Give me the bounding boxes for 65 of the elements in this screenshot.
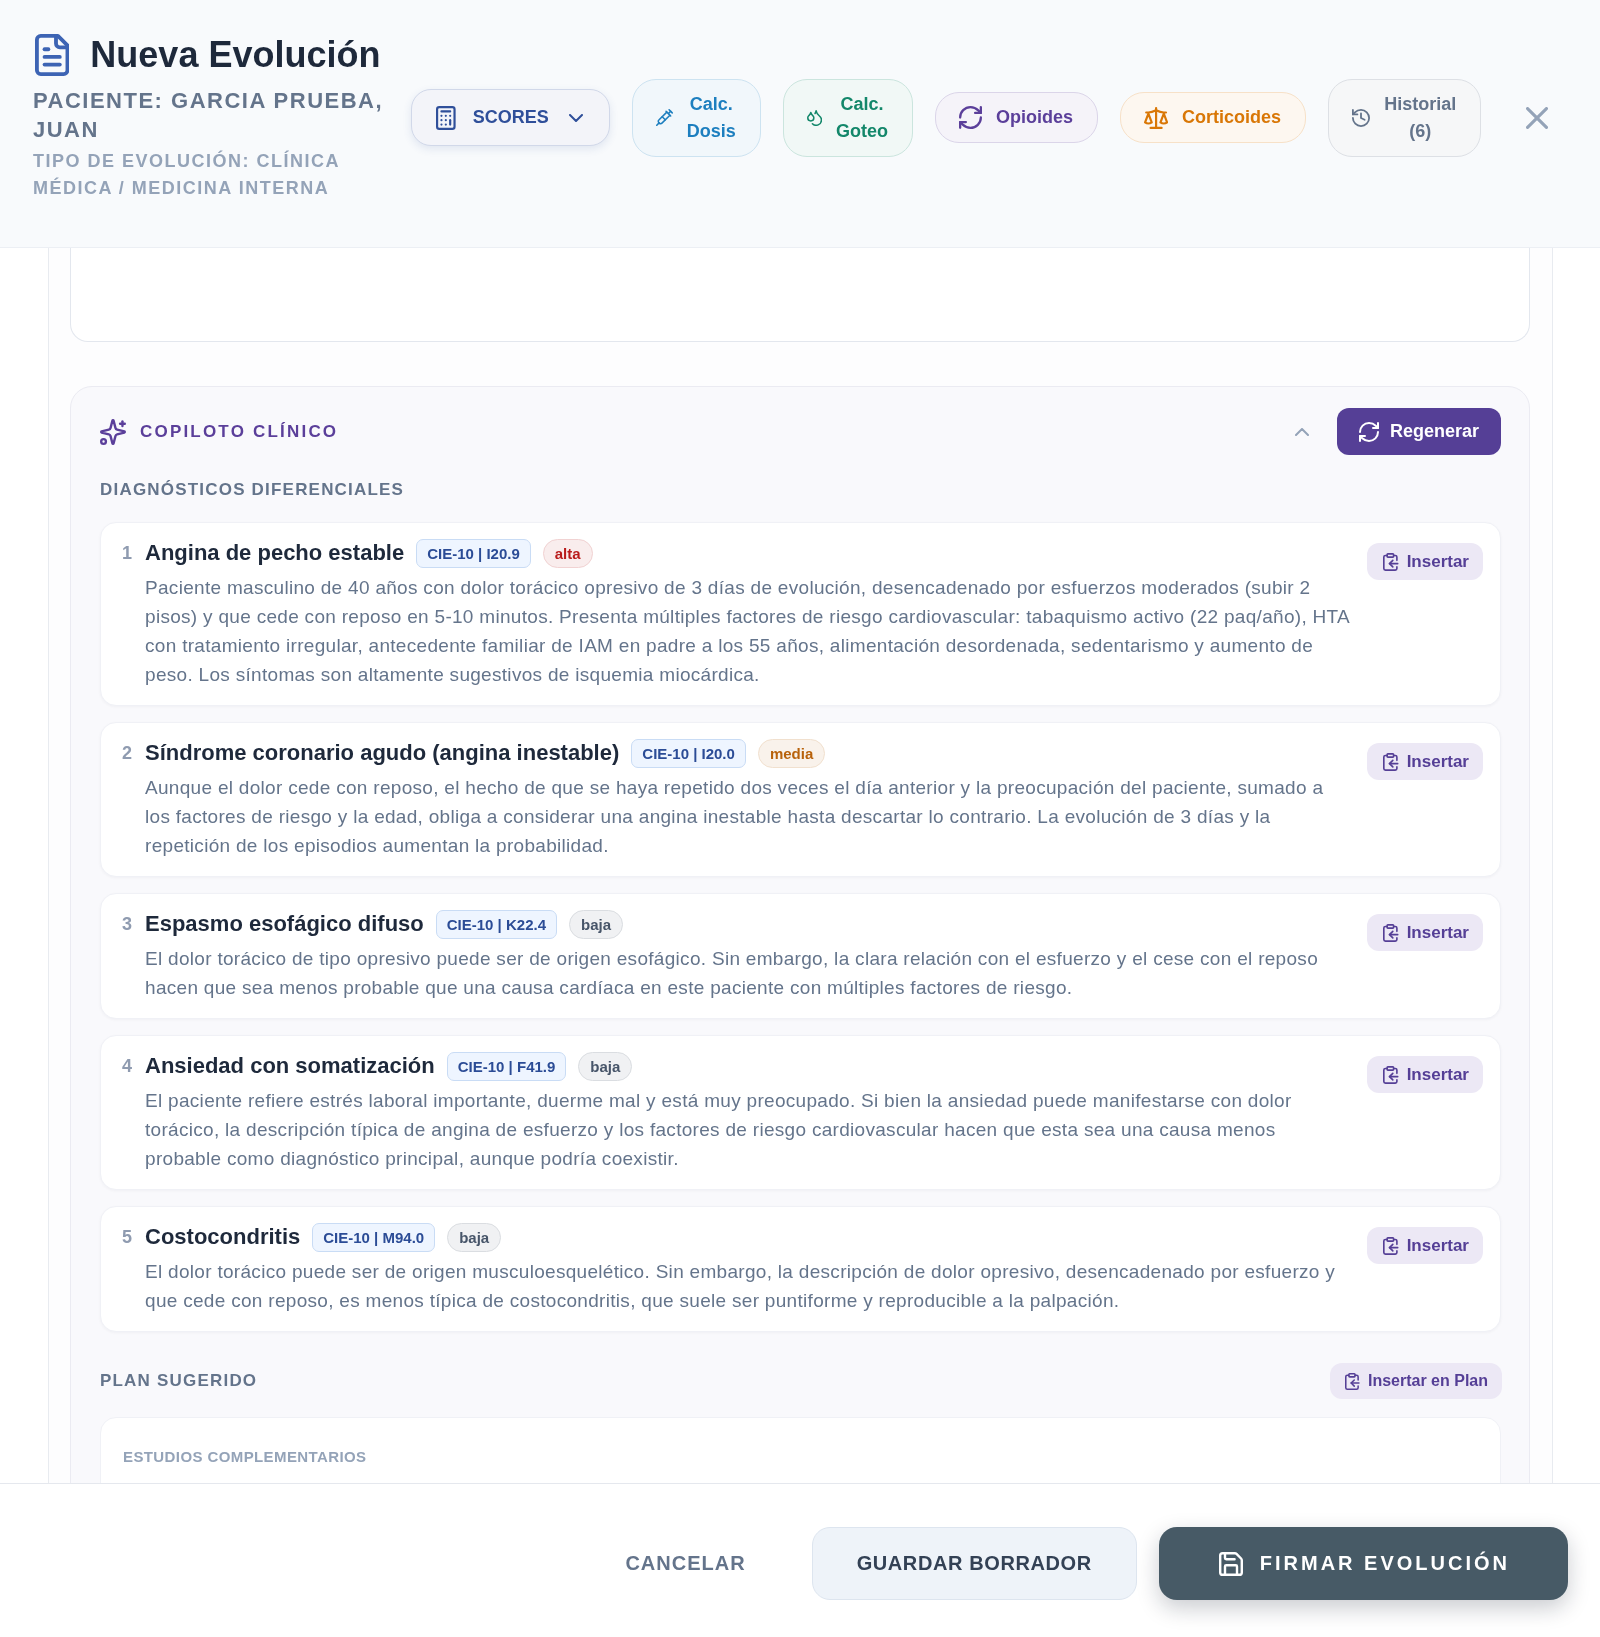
chevron-down-icon: [568, 113, 583, 122]
diagnosis-description: El paciente refiere estrés laboral importante, duerme mal y está muy preocupado. Si bien la ansiedad puede manifestarse con dolor torácico, la descripción típica de angina de esfuerzo y los factores de riesgo cardiovascular hacen que esta sea una causa menos probable como diagnóstico principal, aunque podría coexistir.: [145, 1089, 1293, 1171]
circular-arrows-icon: [958, 106, 982, 129]
diagnosis-description: El dolor torácico puede ser de origen musculoesquelético. Sin embargo, la descripción de dolor opresivo, desencadenado por esfuerzo y que cede con reposo, es menos típica de costocondritis, que suele ser puntiforme y reproducible a la palpación.: [145, 1260, 1337, 1313]
save-draft-button[interactable]: GUARDAR BORRADOR: [811, 1527, 1137, 1600]
icd-code-tag: CIE-10 | K22.4: [435, 909, 557, 939]
scores-dropdown[interactable]: SCORES: [411, 89, 610, 146]
tool-button[interactable]: Calc. Goteo: [782, 78, 913, 157]
diagnosis-description: Paciente masculino de 40 años con dolor torácico opresivo de 3 días de evolución, desencadenado por esfuerzos moderados (subir 2 pisos) y que cede con reposo en 5-10 minutos. Presenta múltiples factores de riesgo cardiovascular: tabaquismo activo (22 paq/año), HTA con tratamiento irregular, antecedente familiar de IAM en padre a los 55 años, alimentación desordenada, sedentarismo y aumento de peso. Los síntomas son altamente sugestivos de isquemia miocárdica.: [145, 576, 1350, 687]
page-title: Nueva Evolución: [90, 33, 381, 76]
likelihood-tag: alta: [542, 538, 593, 568]
close-icon[interactable]: [1526, 106, 1548, 129]
likelihood-tag: baja: [578, 1051, 633, 1081]
tool-button[interactable]: Opioides: [934, 92, 1098, 143]
sign-button[interactable]: FIRMAR EVOLUCIÓN: [1158, 1527, 1568, 1600]
cancel-button[interactable]: CANCELAR: [603, 1527, 768, 1600]
section-title: PLAN SUGERIDO: [100, 1371, 258, 1391]
likelihood-tag: media: [757, 738, 826, 768]
insert-button[interactable]: Insertar: [1367, 743, 1483, 780]
diagnosis-title: Ansiedad con somatización: [145, 1052, 435, 1080]
refresh-icon: [1358, 421, 1379, 442]
clipboard-arrow-icon: [1383, 1236, 1399, 1255]
subsection-title: ESTUDIOS COMPLEMENTARIOS: [123, 1448, 368, 1466]
diagnosis-description: Aunque el dolor cede con reposo, el hecho de que se haya repetido dos veces el día anterior y la preocupación del paciente, sumado a los factores de riesgo y la edad, obliga a considerar una angina inestable hasta descartar lo contrario. La evolución de 3 días y la repetición de los episodios aumentan la probabilidad.: [145, 776, 1325, 858]
icd-code-tag: CIE-10 | F41.9: [446, 1051, 567, 1081]
diagnosis-title: Espasmo esofágico difuso: [145, 910, 424, 938]
clipboard-arrow-icon: [1383, 923, 1399, 942]
clipboard-arrow-icon: [1383, 752, 1399, 771]
icd-code-tag: CIE-10 | I20.9: [416, 538, 531, 568]
tool-button[interactable]: Historial (6): [1328, 78, 1482, 157]
insert-button[interactable]: Insertar: [1367, 543, 1483, 580]
scale-icon: [1143, 106, 1169, 129]
section-title: DIAGNÓSTICOS DIFERENCIALES: [100, 480, 406, 500]
item-number: 1: [122, 542, 132, 565]
insert-button[interactable]: Insertar: [1367, 1056, 1483, 1093]
copilot-title: COPILOTO CLÍNICO: [140, 421, 339, 442]
clipboard-arrow-icon: [1383, 552, 1399, 571]
droplets-icon: [806, 109, 822, 126]
likelihood-tag: baja: [569, 909, 623, 939]
insert-button[interactable]: Insertar: [1367, 1227, 1483, 1264]
likelihood-tag: baja: [447, 1222, 502, 1252]
insert-button[interactable]: Insertar: [1367, 914, 1483, 951]
diagnosis-description: El dolor torácico de tipo opresivo puede ser de origen esofágico. Sin embargo, la clara relación con el esfuerzo y el cese con el reposo hacen que sea menos probable que una causa cardíaca en este paciente con múltiples factores de riesgo.: [145, 947, 1320, 1000]
item-number: 3: [122, 913, 132, 936]
diagnosis-title: Costocondritis: [145, 1223, 301, 1251]
evolution-type: TIPO DE EVOLUCIÓN: CLÍNICA MÉDICA / MEDICINA INTERNA: [33, 149, 341, 200]
insert-plan-button[interactable]: Insertar en Plan: [1330, 1363, 1502, 1399]
item-number: 5: [122, 1226, 132, 1249]
icd-code-tag: CIE-10 | I20.0: [631, 738, 746, 768]
chevron-up-icon[interactable]: [1294, 427, 1309, 436]
diagnosis-title: Angina de pecho estable: [145, 539, 405, 567]
sparkles-icon: [100, 418, 126, 445]
icd-code-tag: CIE-10 | M94.0: [312, 1222, 436, 1252]
document-icon: [35, 33, 70, 76]
patient-name: PACIENTE: GARCIA PRUEBA, JUAN: [33, 86, 385, 144]
syringe-icon: [655, 109, 673, 126]
regenerate-button[interactable]: Regenerar: [1336, 408, 1501, 455]
tool-button[interactable]: Calc. Dosis: [631, 78, 761, 157]
item-number: 4: [122, 1055, 132, 1078]
clock-arrow-icon: [1352, 108, 1371, 127]
item-number: 2: [122, 742, 132, 765]
diagnosis-title: Síndrome coronario agudo (angina inestable): [145, 739, 620, 767]
clipboard-arrow-icon: [1383, 1065, 1399, 1084]
calculator-icon: [436, 105, 456, 130]
clipboard-arrow-icon: [1345, 1372, 1360, 1390]
